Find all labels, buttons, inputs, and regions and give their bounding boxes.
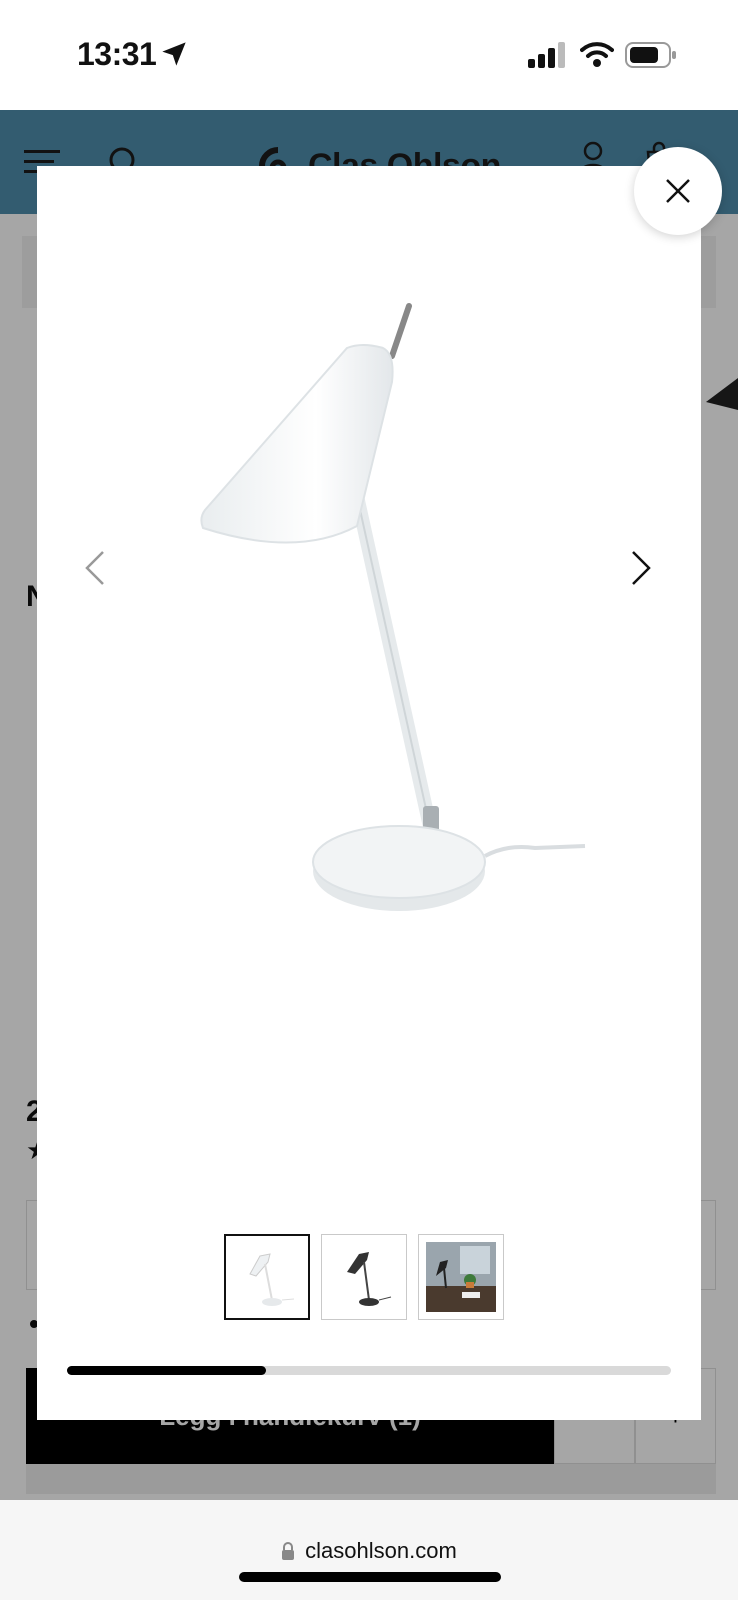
close-icon [666,179,690,203]
home-indicator[interactable] [239,1572,501,1582]
image-gallery-modal [37,166,701,1420]
thumbnail-white-lamp[interactable] [224,1234,310,1320]
battery-icon [625,42,676,68]
address-bar[interactable]: clasohlson.com [0,1538,738,1564]
close-button[interactable] [634,147,722,235]
url-text: clasohlson.com [305,1538,457,1563]
thumbnail-lamp-on-desk[interactable] [418,1234,504,1320]
gallery-progress-fill [67,1366,267,1375]
thumbnail-strip [224,1234,504,1320]
wifi-icon [580,42,614,67]
cellular-signal-icon [528,42,565,68]
product-image [200,303,586,911]
lock-icon [282,1542,295,1560]
location-arrow-icon [162,42,186,66]
previous-image-arrow-icon[interactable] [83,548,107,588]
white-lamp-thumbnail-image [249,1253,295,1306]
next-image-arrow-icon[interactable] [629,548,653,588]
browser-bottom-bar: clasohlson.com [0,1500,738,1600]
thumbnail-black-lamp[interactable] [321,1234,407,1320]
status-time: 13:31 [77,36,157,72]
status-bar: 13:31 [0,0,738,110]
black-lamp-thumbnail-image [347,1252,392,1306]
desk-scene-thumbnail-image [426,1242,496,1312]
gallery-progress-track [67,1366,671,1375]
